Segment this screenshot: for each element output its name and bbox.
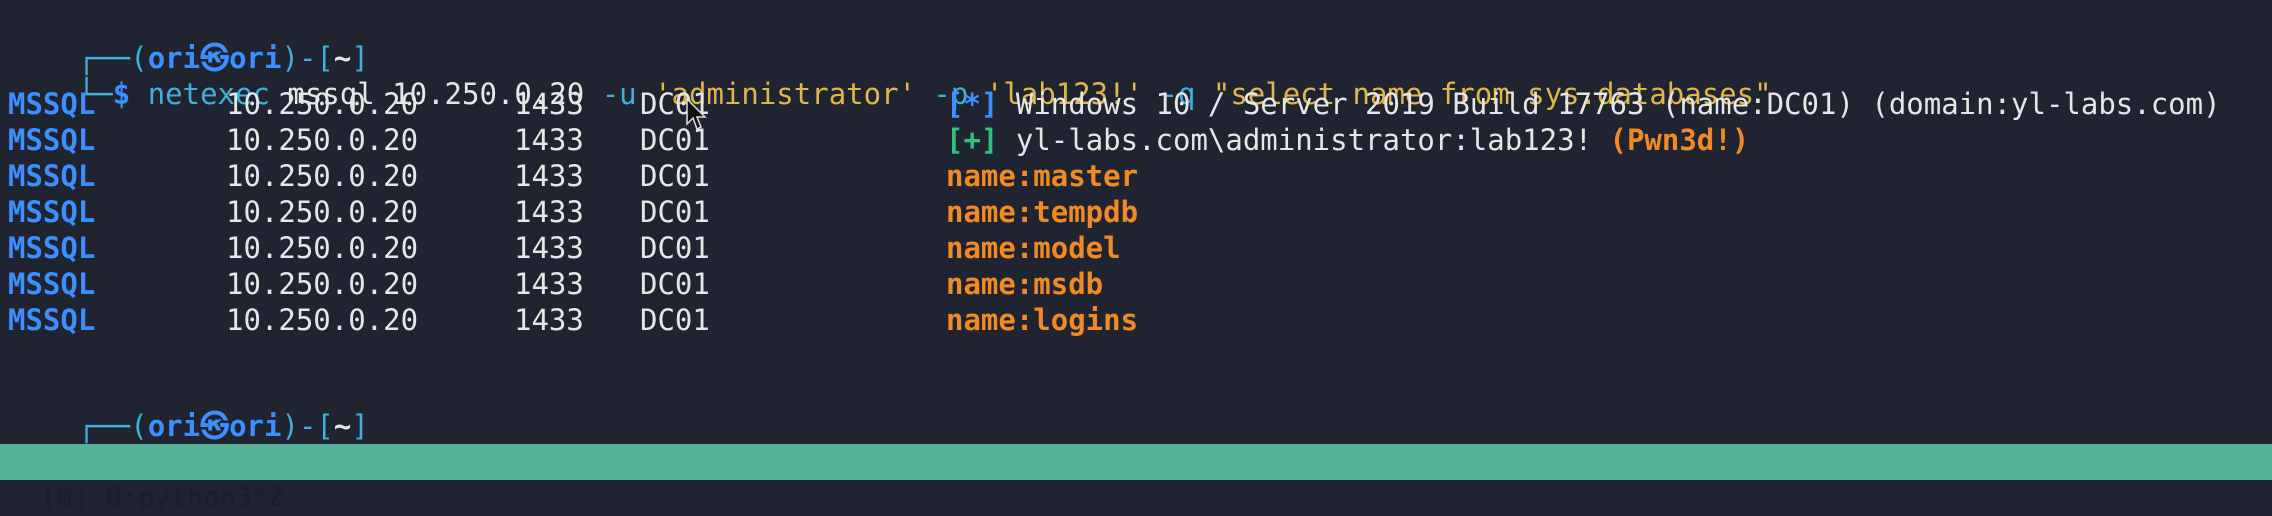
row-message: name:tempdb	[946, 194, 1138, 230]
row-port: 1433	[514, 267, 584, 301]
row-message: name:master	[946, 158, 1138, 194]
prompt-close: ]	[351, 409, 369, 443]
row-message: [*] Windows 10 / Server 2019 Build 17763…	[946, 86, 2221, 122]
output-row: MSSQL 10.250.0.20 1433 DC01 name:msdb	[0, 266, 2272, 302]
row-ip: 10.250.0.20	[226, 303, 419, 337]
prompt-host: ori	[229, 409, 282, 443]
row-message: name:logins	[946, 302, 1138, 338]
row-ip: 10.250.0.20	[226, 87, 419, 121]
input-line[interactable]: └─$	[8, 408, 165, 480]
row-protocol: MSSQL	[8, 231, 96, 265]
row-ip: 10.250.0.20	[226, 231, 419, 265]
command-line[interactable]: └─$ netexec mssql 10.250.0.20 -u 'admini…	[8, 40, 1772, 111]
output-row: MSSQL 10.250.0.20 1433 DC01 name:model	[0, 230, 2272, 266]
mouse-pointer-icon	[686, 98, 707, 131]
row-ip: 10.250.0.20	[226, 159, 419, 193]
database-name: name:tempdb	[946, 195, 1139, 229]
row-port: 1433	[514, 231, 584, 265]
row-port: 1433	[514, 195, 584, 229]
database-name: name:model	[946, 231, 1121, 265]
prompt-header-2: ┌──(ori㉿ori)-[~]	[8, 372, 369, 443]
row-message: name:msdb	[946, 266, 1103, 302]
row-host: DC01	[640, 195, 710, 229]
output-row: MSSQL 10.250.0.20 1433 DC01 [*] Windows 10 /…	[0, 86, 2272, 122]
tmux-status-bar[interactable]: [0] 0:python3*Z	[0, 444, 2272, 513]
row-protocol: MSSQL	[8, 195, 96, 229]
row-host: DC01	[640, 231, 710, 265]
row-ip: 10.250.0.20	[226, 267, 419, 301]
database-name: name:msdb	[946, 267, 1104, 301]
row-text: yl-labs.com\administrator:lab123!	[1015, 123, 1610, 157]
database-name: name:logins	[946, 303, 1139, 337]
row-status-tag: [+]	[946, 123, 999, 157]
row-status-tag: [*]	[946, 87, 999, 121]
tmux-window-list[interactable]: [0] 0:python3*Z	[41, 482, 285, 513]
prompt-separator: )-[	[281, 409, 334, 443]
prompt-cwd: ~	[333, 409, 352, 443]
row-ip: 10.250.0.20	[226, 195, 419, 229]
row-text: Windows 10 / Server 2019 Build 17763 (na…	[1015, 87, 2221, 121]
pwned-badge: (Pwn3d!)	[1609, 123, 1750, 157]
row-host: DC01	[640, 159, 710, 193]
row-port: 1433	[514, 303, 584, 337]
row-protocol: MSSQL	[8, 267, 96, 301]
row-protocol: MSSQL	[8, 159, 96, 193]
prompt-header-1: ┌──(ori㉿ori)-[~]	[8, 4, 369, 75]
row-ip: 10.250.0.20	[226, 123, 419, 157]
row-protocol: MSSQL	[8, 87, 96, 121]
row-protocol: MSSQL	[8, 123, 96, 157]
output-row: MSSQL 10.250.0.20 1433 DC01 name:logins	[0, 302, 2272, 338]
row-port: 1433	[514, 123, 584, 157]
output-row: MSSQL 10.250.0.20 1433 DC01 name:master	[0, 158, 2272, 194]
database-name: name:master	[946, 159, 1139, 193]
row-port: 1433	[514, 87, 584, 121]
row-protocol: MSSQL	[8, 303, 96, 337]
prompt-at-symbol: ㉿	[200, 409, 230, 443]
row-port: 1433	[514, 159, 584, 193]
row-host: DC01	[640, 267, 710, 301]
row-message: [+] yl-labs.com\administrator:lab123! (P…	[946, 122, 1749, 158]
row-host: DC01	[640, 303, 710, 337]
output-row: MSSQL 10.250.0.20 1433 DC01 name:tempdb	[0, 194, 2272, 230]
row-message: name:model	[946, 230, 1121, 266]
output-row: MSSQL 10.250.0.20 1433 DC01 [+] yl-labs.com\…	[0, 122, 2272, 158]
terminal-window[interactable]: ┌──(ori㉿ori)-[~] └─$ netexec mssql 10.25…	[0, 0, 2272, 480]
